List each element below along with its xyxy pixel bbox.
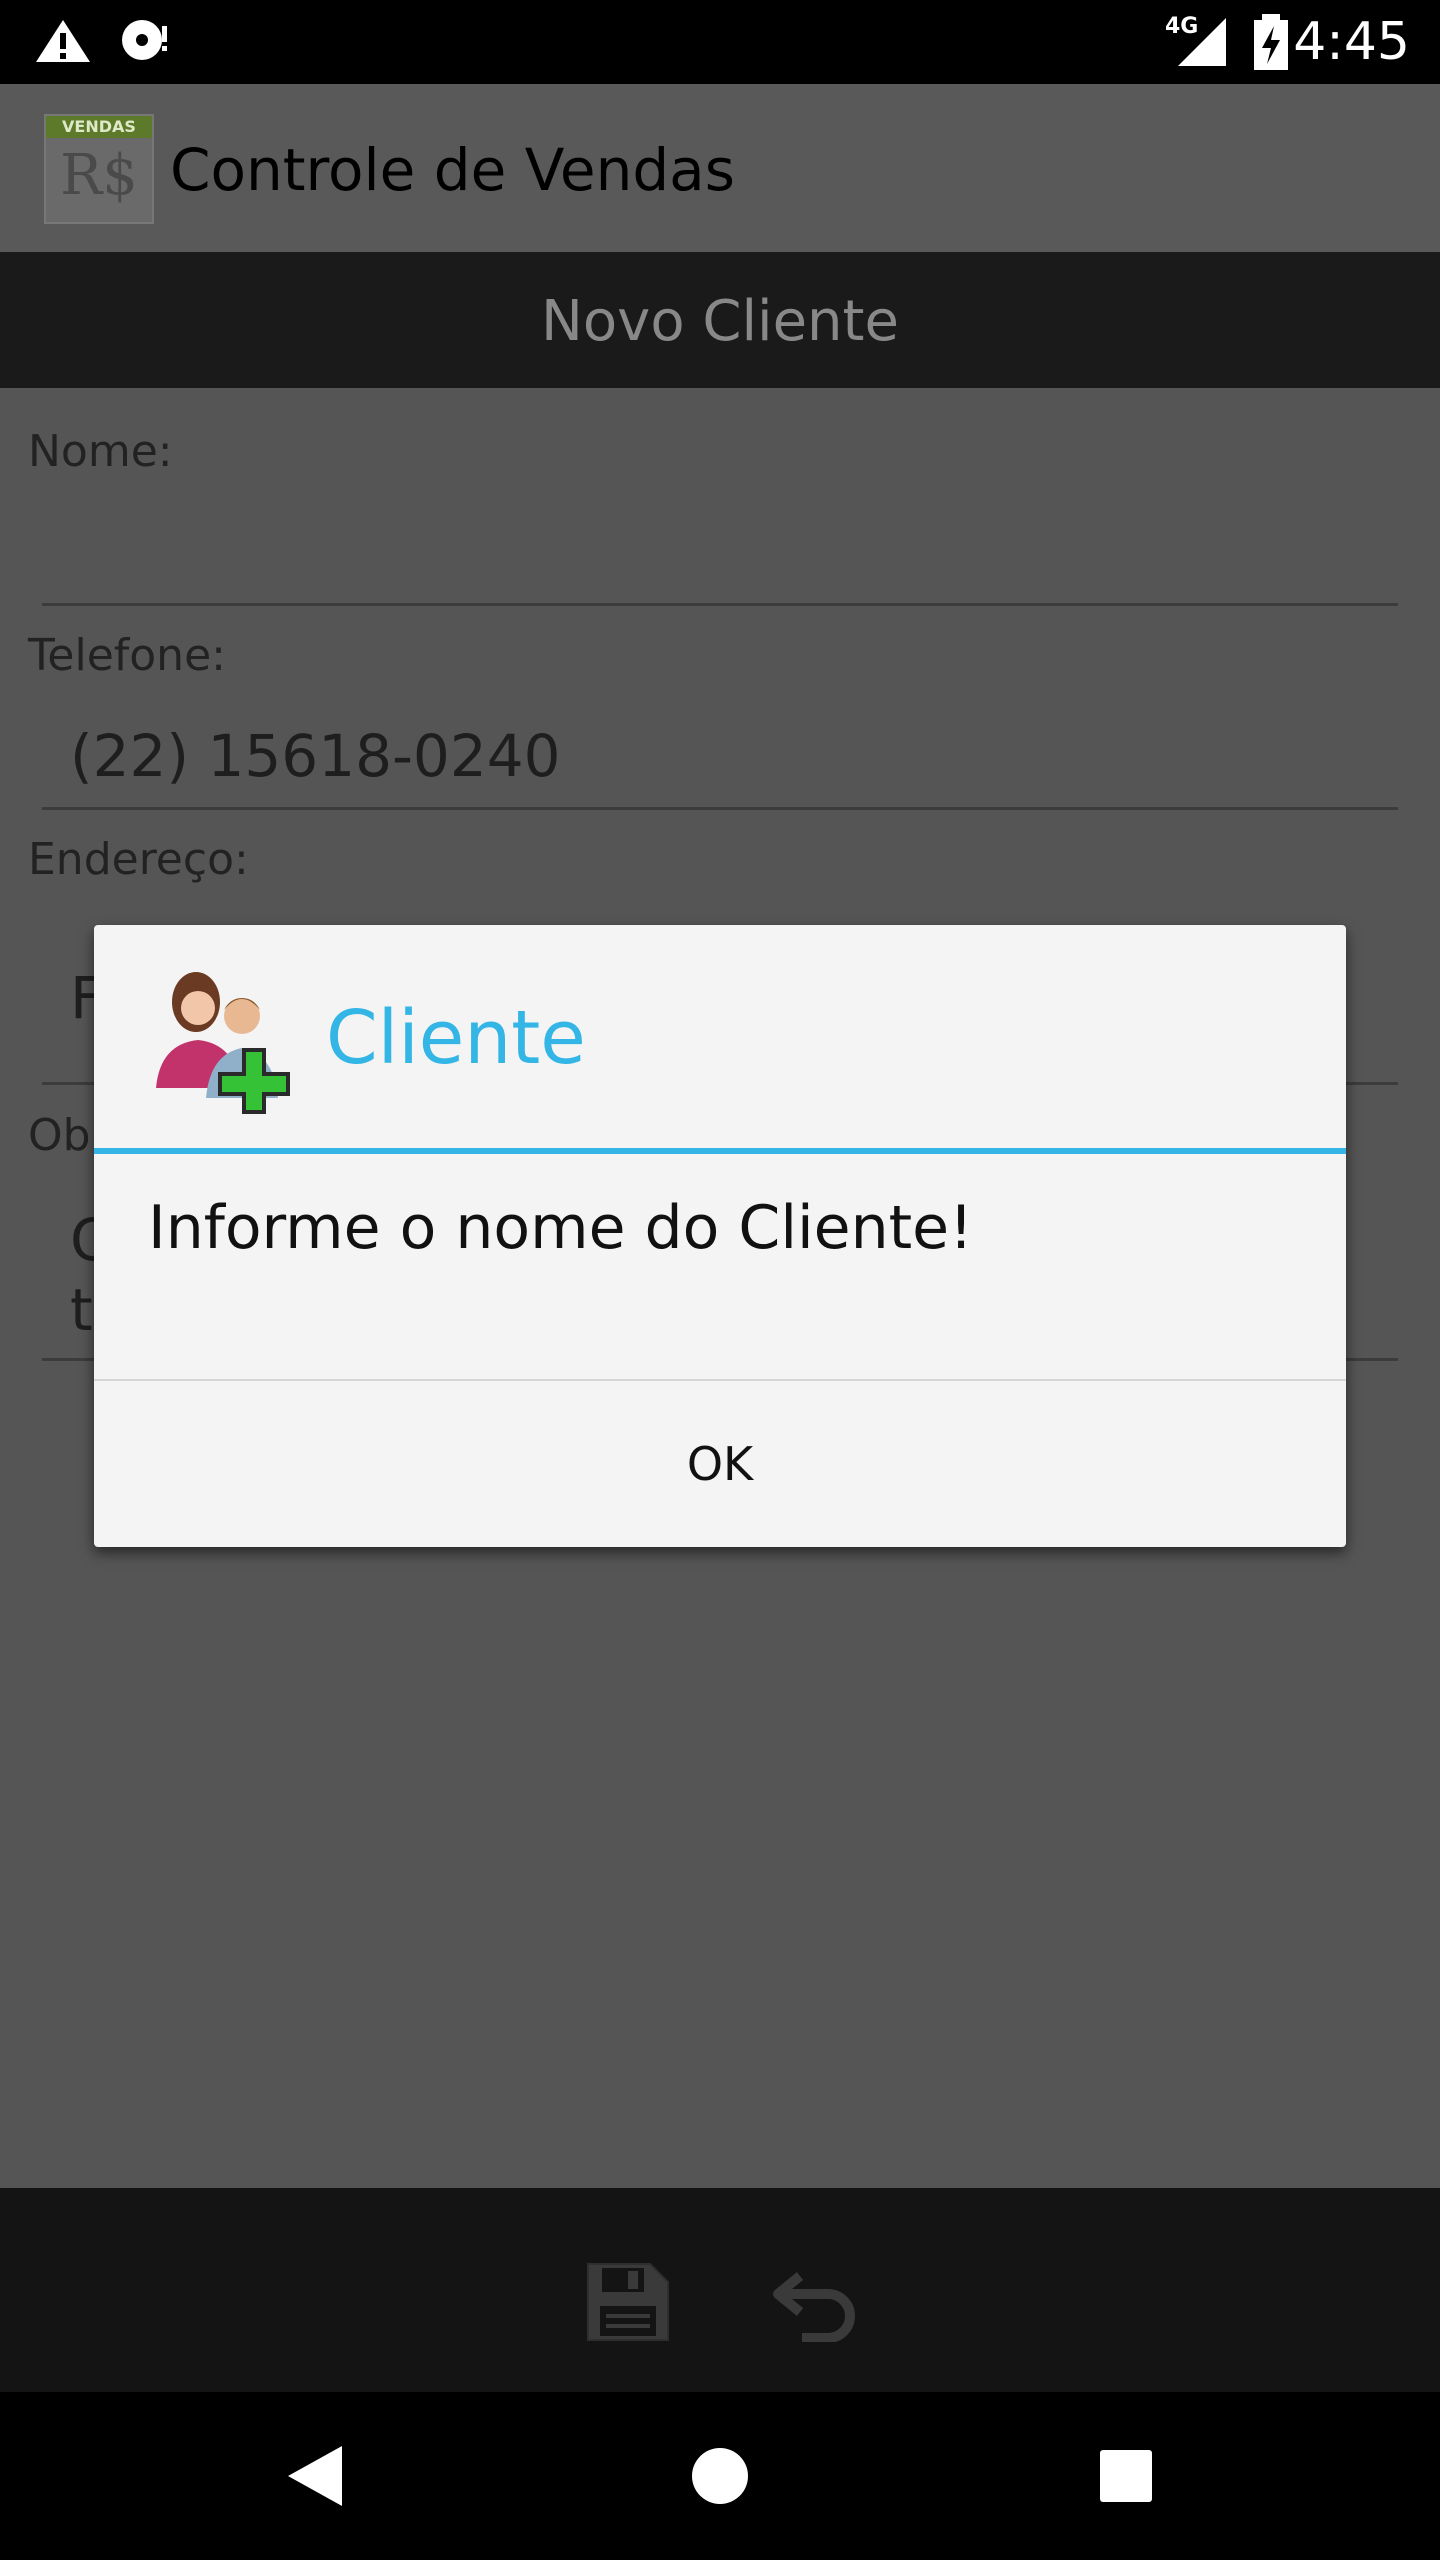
app-title: Controle de Vendas xyxy=(170,136,735,204)
observacao-line-2[interactable]: t xyxy=(70,1272,93,1348)
bottom-toolbar xyxy=(0,2188,1440,2392)
dialog-title-divider xyxy=(94,1148,1346,1154)
signal-icon xyxy=(1178,18,1226,66)
observacao-label: Ob xyxy=(28,1110,91,1161)
recents-icon[interactable] xyxy=(1098,2448,1154,2504)
app-logo: VENDAS R$ xyxy=(44,114,154,224)
undo-icon[interactable] xyxy=(772,2262,862,2342)
sync-disk-icon xyxy=(122,20,167,60)
save-icon[interactable] xyxy=(584,2260,672,2344)
nome-input[interactable] xyxy=(42,500,1398,600)
status-clock: 4:45 xyxy=(1293,12,1410,72)
nome-underline xyxy=(42,603,1398,606)
battery-charging-icon xyxy=(1254,14,1288,70)
app-logo-banner: VENDAS xyxy=(46,116,152,138)
telefone-input[interactable]: (22) 15618-0240 xyxy=(70,718,561,794)
nome-label: Nome: xyxy=(28,426,173,477)
back-icon[interactable] xyxy=(286,2444,344,2508)
dialog-message: Informe o nome do Cliente! xyxy=(148,1193,974,1263)
add-user-icon xyxy=(156,972,290,1114)
telefone-label: Telefone: xyxy=(28,630,226,681)
home-icon[interactable] xyxy=(690,2446,750,2506)
ok-button[interactable]: OK xyxy=(94,1381,1346,1547)
warning-icon xyxy=(36,20,90,62)
screen-title: Novo Cliente xyxy=(541,289,899,354)
telefone-underline xyxy=(42,807,1398,810)
app-logo-symbol: R$ xyxy=(60,143,138,208)
dialog-title: Cliente xyxy=(326,995,586,1081)
endereco-label: Endereço: xyxy=(28,834,249,885)
